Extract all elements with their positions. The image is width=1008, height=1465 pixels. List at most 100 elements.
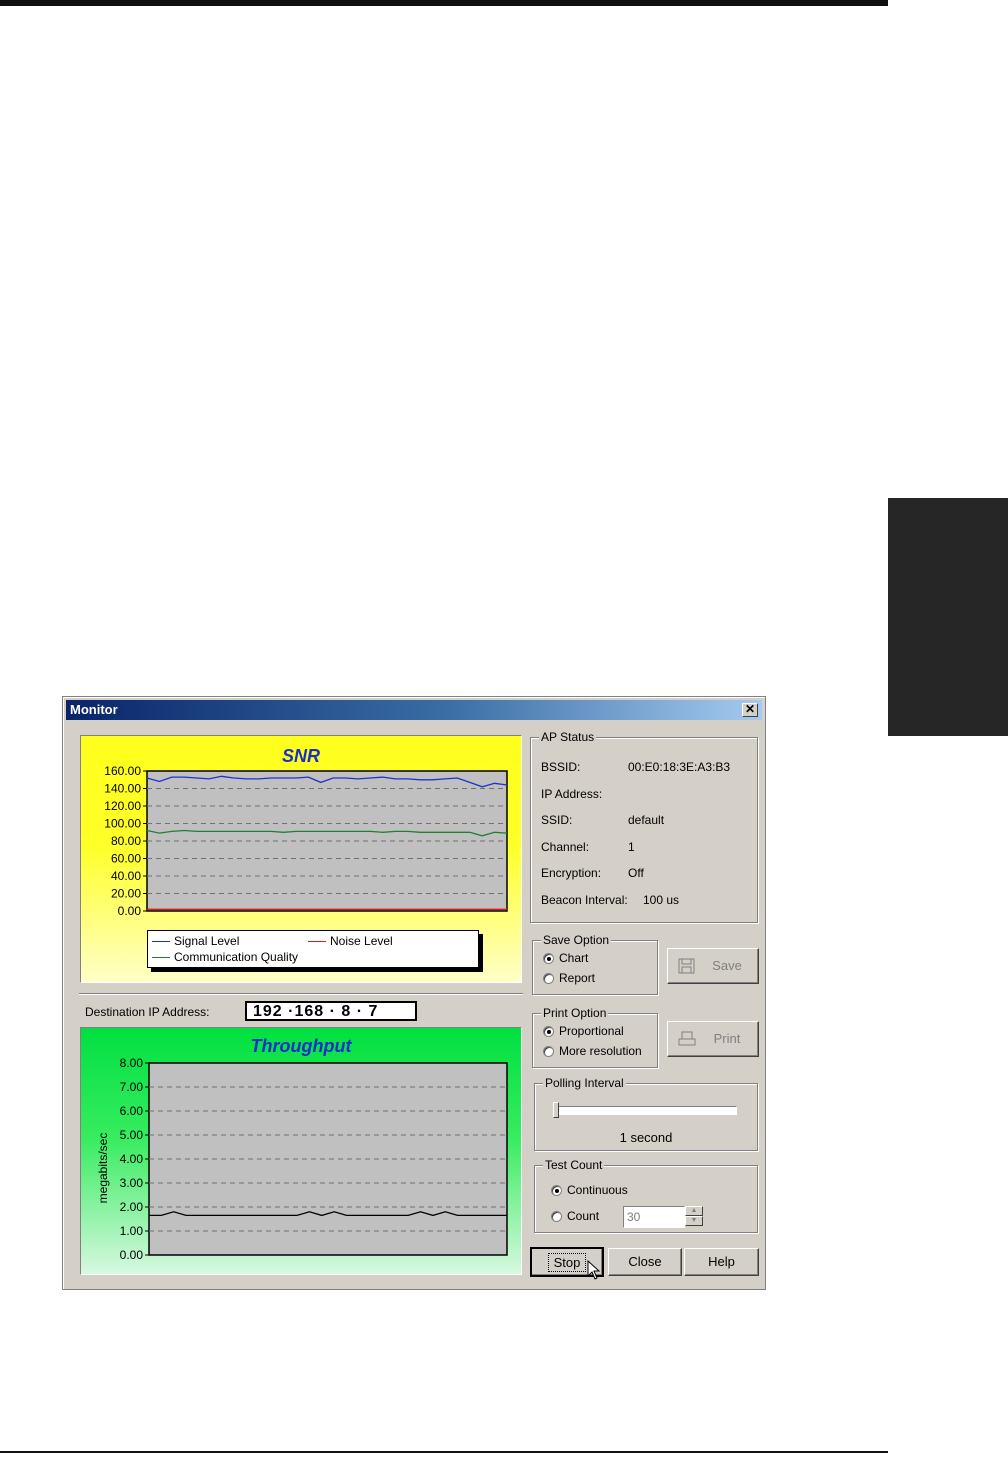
ap-status-value: 00:E0:18:3E:A3:B3 xyxy=(628,760,731,774)
floppy-disk-icon xyxy=(678,958,695,974)
ap-status-value: default xyxy=(628,813,665,827)
ap-status-label: Beacon Interval: xyxy=(541,892,628,907)
print-proportional-label: Proportional xyxy=(559,1024,624,1038)
continuous-radio[interactable]: Continuous xyxy=(551,1183,628,1197)
y-tick-label: 40.00 xyxy=(111,869,141,883)
count-input[interactable]: 30 xyxy=(623,1206,685,1228)
throughput-chart: megabits/sec 8.00 7.00 6.00 5.00 4.00 3.00 2.0… xyxy=(96,1056,508,1262)
close-icon[interactable]: ✕ xyxy=(742,703,758,717)
plot-area xyxy=(148,1062,508,1256)
quality-swatch xyxy=(152,956,170,958)
y-tick-label: 120.00 xyxy=(104,799,141,813)
save-report-label: Report xyxy=(559,971,596,985)
y-tick-label: 3.00 xyxy=(120,1176,144,1190)
close-button[interactable]: Close xyxy=(608,1248,682,1276)
y-tick-label: 1.00 xyxy=(120,1224,144,1238)
legend-signal-label: Signal Level xyxy=(174,934,240,948)
save-option-title: Save Option xyxy=(541,933,612,947)
legend-signal: Signal Level xyxy=(152,934,239,948)
signal-swatch xyxy=(152,940,170,942)
ap-status-value: 100 us xyxy=(643,892,680,907)
save-button-label: Save xyxy=(712,958,742,973)
spin-down-icon[interactable]: ▼ xyxy=(685,1216,703,1226)
radio-unselected-icon xyxy=(543,972,554,984)
ap-status-value: 1 xyxy=(628,839,635,854)
title-bar[interactable]: Monitor ✕ xyxy=(66,700,762,720)
polling-interval-title: Polling Interval xyxy=(543,1076,626,1090)
test-count-group: Test Count Continuous Count 30 ▲ ▼ xyxy=(534,1158,758,1233)
polling-interval-group: Polling Interval 1 second xyxy=(534,1076,758,1151)
legend-quality-label: Communication Quality xyxy=(174,950,299,964)
noise-swatch xyxy=(308,940,326,942)
save-report-radio[interactable]: Report xyxy=(543,971,595,985)
printer-icon xyxy=(678,1031,696,1046)
y-tick-label: 140.00 xyxy=(104,782,141,796)
radio-unselected-icon xyxy=(551,1210,562,1222)
print-option-group: Print Option Proportional More resolutio… xyxy=(532,1006,658,1068)
legend-quality: Communication Quality xyxy=(152,950,298,964)
snr-legend: Signal Level Noise Level Communication Q… xyxy=(147,930,479,968)
ap-status-label: IP Address: xyxy=(541,786,603,801)
save-chart-label: Chart xyxy=(559,951,589,965)
ap-status-label: Encryption: xyxy=(541,866,602,880)
save-chart-radio[interactable]: Chart xyxy=(543,951,588,965)
polling-slider-track[interactable] xyxy=(553,1106,737,1115)
y-tick-label: 5.00 xyxy=(120,1128,144,1142)
polling-slider-thumb[interactable] xyxy=(553,1102,559,1118)
y-tick-label: 6.00 xyxy=(120,1104,144,1118)
radio-unselected-icon xyxy=(543,1045,554,1057)
save-option-group: Save Option Chart Report xyxy=(532,933,658,995)
y-tick-label: 7.00 xyxy=(120,1080,144,1094)
ap-status-value: Off xyxy=(628,866,644,880)
count-spinner[interactable]: ▲ ▼ xyxy=(685,1206,703,1228)
y-tick-label: 0.00 xyxy=(118,904,142,918)
throughput-y-axis-label: megabits/sec xyxy=(96,1133,110,1204)
throughput-chart-panel: Throughput megabits/sec 8.00 7.00 6.00 5.00… xyxy=(80,1027,522,1275)
y-tick-label: 0.00 xyxy=(120,1248,144,1262)
y-tick-label: 8.00 xyxy=(120,1056,144,1070)
separator xyxy=(79,993,523,995)
y-tick-label: 60.00 xyxy=(111,852,141,866)
y-tick-label: 4.00 xyxy=(120,1152,144,1166)
save-button[interactable]: Save xyxy=(667,948,759,984)
ap-status-label: Channel: xyxy=(541,839,590,854)
ap-status-label: BSSID: xyxy=(541,760,581,774)
count-radio[interactable]: Count xyxy=(551,1209,599,1223)
print-proportional-radio[interactable]: Proportional xyxy=(543,1024,624,1038)
destination-ip-field[interactable]: 192 ·168 · 8 · 7 xyxy=(245,1001,417,1021)
radio-selected-icon xyxy=(551,1184,562,1196)
destination-ip-label: Destination IP Address: xyxy=(85,1005,210,1019)
print-option-title: Print Option xyxy=(541,1006,609,1020)
stop-button-label: Stop xyxy=(547,1253,587,1272)
monitor-window: Monitor ✕ SNR 160.00 140.00 120.00 100.00 80… xyxy=(62,696,766,1290)
ap-status-title: AP Status xyxy=(539,730,597,744)
print-more-resolution-label: More resolution xyxy=(559,1044,642,1058)
y-tick-label: 100.00 xyxy=(104,817,141,831)
legend-noise-label: Noise Level xyxy=(330,934,393,948)
spin-up-icon[interactable]: ▲ xyxy=(685,1206,703,1216)
ap-status-label: SSID: xyxy=(541,813,573,827)
close-button-label: Close xyxy=(628,1254,662,1269)
print-more-resolution-radio[interactable]: More resolution xyxy=(543,1044,642,1058)
polling-interval-value: 1 second xyxy=(619,1130,673,1145)
count-label: Count xyxy=(567,1209,600,1223)
snr-chart-panel: SNR 160.00 140.00 120.00 100.00 80.00 60.00 40… xyxy=(80,735,522,983)
help-button-label: Help xyxy=(708,1254,735,1269)
radio-selected-icon xyxy=(543,952,554,964)
radio-selected-icon xyxy=(543,1025,554,1037)
y-tick-label: 80.00 xyxy=(111,834,141,848)
y-tick-label: 160.00 xyxy=(104,764,141,778)
ap-status-group: AP Status BSSID: 00:E0:18:3E:A3:B3 IP Addr… xyxy=(530,730,758,923)
help-button[interactable]: Help xyxy=(684,1248,759,1276)
y-tick-label: 2.00 xyxy=(120,1200,144,1214)
y-tick-label: 20.00 xyxy=(111,887,141,901)
print-button[interactable]: Print xyxy=(667,1021,759,1057)
window-title: Monitor xyxy=(70,702,118,717)
test-count-title: Test Count xyxy=(543,1158,605,1172)
continuous-label: Continuous xyxy=(567,1183,628,1197)
legend-noise: Noise Level xyxy=(308,934,393,948)
page-bottom-rule xyxy=(0,1451,888,1453)
mouse-cursor-icon xyxy=(587,1259,601,1280)
print-button-label: Print xyxy=(713,1031,741,1046)
chapter-side-tab xyxy=(888,498,1008,736)
